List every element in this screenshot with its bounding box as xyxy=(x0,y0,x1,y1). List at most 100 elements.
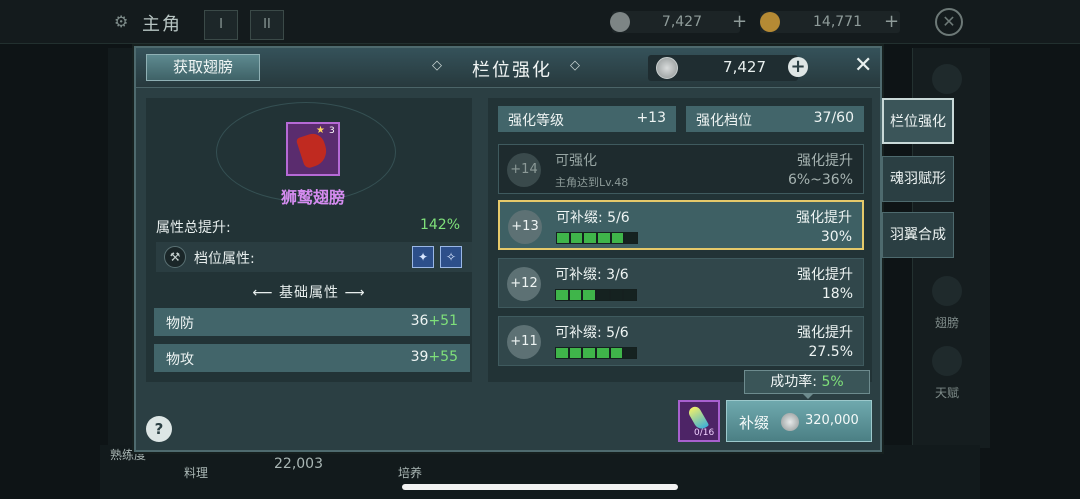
background-bottom-bar xyxy=(100,445,980,499)
background-cooking-label: 料理 xyxy=(184,466,209,480)
enhance-panel: 强化等级 +13 强化档位 37/60 +14 可强化 主角达到Lv.48 强化… xyxy=(488,98,872,382)
total-bonus-label: 属性总提升: xyxy=(156,220,231,236)
progress-segment xyxy=(556,348,568,358)
background-train-label: 培养 xyxy=(398,466,423,480)
background-close-icon[interactable]: ✕ xyxy=(935,8,963,36)
enhance-tier-box: 强化档位 37/60 xyxy=(686,106,864,132)
background-tab-1[interactable]: I xyxy=(204,10,238,40)
tab-wing-synthesis[interactable]: 羽翼合成 xyxy=(882,212,954,258)
level-status: 可补缀: 5/6 xyxy=(555,325,629,341)
progress-bar xyxy=(555,347,637,359)
progress-segment xyxy=(597,290,609,300)
level-bonus-value: 27.5% xyxy=(808,344,853,360)
level-badge: +13 xyxy=(508,210,542,244)
level-bonus-label: 强化提升 xyxy=(797,153,853,169)
stat-row-defense: 物防 36+51 xyxy=(154,308,470,336)
level-status: 可补缀: 3/6 xyxy=(555,267,629,283)
enhance-level-row[interactable]: +14 可强化 主角达到Lv.48 强化提升 6%~36% xyxy=(498,144,864,194)
level-badge: +12 xyxy=(507,267,541,301)
background-resource-value: 22,003 xyxy=(274,456,323,472)
tab-slot-enhance[interactable]: 栏位强化 xyxy=(882,98,954,144)
background-menu-talent[interactable]: 天赋 xyxy=(922,384,972,401)
progress-segment xyxy=(610,290,623,300)
enhance-tier-label: 强化档位 xyxy=(696,113,752,129)
slot-attribute-label: 档位属性: xyxy=(194,251,255,267)
arrow-left-icon: ⟵ xyxy=(252,285,279,301)
enhance-tier-value: 37/60 xyxy=(813,110,854,126)
level-requirement: 主角达到Lv.48 xyxy=(555,176,629,189)
star-icon: ★ xyxy=(316,125,325,136)
wing-icon[interactable] xyxy=(932,276,962,306)
pickaxe-icon: ⚒ xyxy=(164,246,186,268)
attribute-gem-icon[interactable]: ✦ xyxy=(412,246,434,268)
progress-segment xyxy=(583,290,596,300)
get-wings-button[interactable]: 获取翅膀 xyxy=(146,54,260,81)
help-button[interactable]: ? xyxy=(146,416,172,442)
enhance-level-row[interactable]: +11 可补缀: 5/6 强化提升 27.5% xyxy=(498,316,864,366)
background-tab-2[interactable]: II xyxy=(250,10,284,40)
success-rate-tooltip: 成功率: 5% xyxy=(744,370,870,394)
progress-segment xyxy=(569,348,582,358)
enhance-level-box: 强化等级 +13 xyxy=(498,106,676,132)
stat-row-attack: 物攻 39+55 xyxy=(154,344,470,372)
attribute-gem-icon[interactable]: ✧ xyxy=(440,246,462,268)
progress-bar xyxy=(556,232,638,244)
progress-bar xyxy=(555,289,637,301)
add-currency-button[interactable]: + xyxy=(788,57,808,77)
item-info-panel: ★ 3 狮鹫翅膀 属性总提升: 142% ⚒ 档位属性: ✦ ✧ ⟵ 基础属性 … xyxy=(146,98,472,382)
patch-button-label: 补缀 xyxy=(739,414,770,432)
base-attributes-label: 基础属性 xyxy=(279,285,339,301)
wing-item-slot[interactable]: ★ 3 xyxy=(286,122,340,176)
stat-base: 36 xyxy=(410,313,429,329)
level-status: 可补缀: 5/6 xyxy=(556,210,630,226)
tab-soul-feather[interactable]: 魂羽赋形 xyxy=(882,156,954,202)
info-icon[interactable] xyxy=(932,64,962,94)
background-silver-value: 7,427 xyxy=(612,11,740,33)
silver-coin-icon xyxy=(656,57,678,79)
tooltip-arrow xyxy=(802,393,814,399)
level-bonus-label: 强化提升 xyxy=(797,267,853,283)
header-currency-value: 7,427 xyxy=(723,58,766,76)
stat-base: 39 xyxy=(410,349,429,365)
share-icon[interactable] xyxy=(932,346,962,376)
progress-segment xyxy=(611,233,624,243)
progress-segment xyxy=(624,348,637,358)
gear-icon: ⚙ xyxy=(114,12,129,31)
silver-coin-icon xyxy=(610,12,630,32)
arrow-right-icon: ⟶ xyxy=(339,285,366,301)
progress-segment xyxy=(624,290,637,300)
enhance-level-label: 强化等级 xyxy=(508,113,564,129)
enhance-level-row[interactable]: +12 可补缀: 3/6 强化提升 18% xyxy=(498,258,864,308)
gold-coin-icon xyxy=(760,12,780,32)
patch-button[interactable]: 补缀 320,000 xyxy=(726,400,872,442)
background-menu-wings[interactable]: 翅膀 xyxy=(922,314,972,331)
close-icon[interactable]: ✕ xyxy=(854,53,872,78)
level-bonus-value: 6%~36% xyxy=(787,172,853,188)
slot-enhance-modal: 获取翅膀 ◇ 栏位强化 ◇ 7,427 + ✕ ★ 3 狮鹫翅膀 属性总提升: … xyxy=(134,46,882,452)
level-badge: +11 xyxy=(507,325,541,359)
header-currency: 7,427 xyxy=(648,55,798,81)
progress-segment xyxy=(557,233,569,243)
modal-header: 获取翅膀 ◇ 栏位强化 ◇ 7,427 + ✕ xyxy=(136,48,880,88)
material-count: 0/16 xyxy=(694,428,715,438)
material-slot[interactable]: 0/16 xyxy=(678,400,720,442)
progress-segment xyxy=(570,233,583,243)
progress-segment xyxy=(583,348,596,358)
level-badge: +14 xyxy=(507,153,541,187)
enhance-level-row-selected[interactable]: +13 可补缀: 5/6 强化提升 30% xyxy=(498,200,864,250)
success-rate-label: 成功率: xyxy=(770,374,818,390)
title-deco-right-icon: ◇ xyxy=(570,58,580,73)
item-name: 狮鹫翅膀 xyxy=(280,188,345,207)
background-silver-plus[interactable]: + xyxy=(732,11,747,32)
progress-segment xyxy=(625,233,638,243)
background-gold-plus[interactable]: + xyxy=(884,11,899,32)
level-bonus-label: 强化提升 xyxy=(796,210,852,226)
total-bonus-row: 属性总提升: 142% xyxy=(146,214,472,238)
item-star-count: 3 xyxy=(329,126,335,136)
background-title: 主角 xyxy=(142,14,182,35)
level-bonus-label: 强化提升 xyxy=(797,325,853,341)
stat-label: 物防 xyxy=(166,316,194,332)
total-bonus-value: 142% xyxy=(419,217,460,233)
stat-label: 物攻 xyxy=(166,352,194,368)
level-bonus-value: 18% xyxy=(821,286,853,302)
